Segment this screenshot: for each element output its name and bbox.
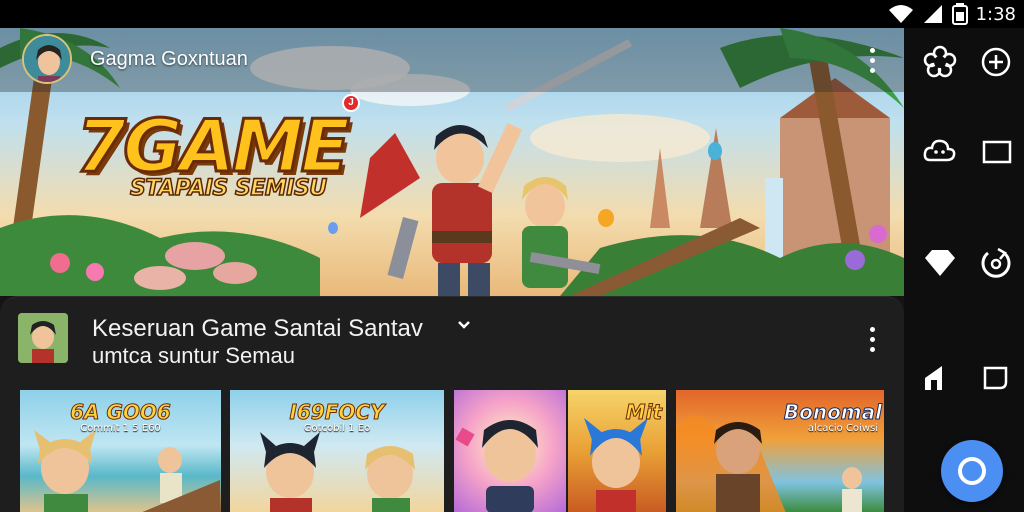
- channel-avatar[interactable]: [22, 34, 72, 84]
- playlist-card: Keseruan Game Santai Santav umtca suntur…: [0, 296, 904, 512]
- hero-banner[interactable]: Gagma Goxntuan 7GAME STAPAIS SEMISU J: [0, 28, 904, 296]
- more-options-icon[interactable]: [860, 323, 884, 357]
- logo-badge: J: [342, 94, 360, 112]
- game-tile[interactable]: 6A GOO6 Commit 1 5 E60: [20, 390, 221, 512]
- home-icon[interactable]: [920, 358, 960, 398]
- game-tiles: 6A GOO6 Commit 1 5 E60 I69FOCY Gotcobil …: [20, 390, 884, 512]
- tile-title: 6A GOO6: [70, 400, 172, 425]
- logo-subtitle: STAPAIS SEMISU: [129, 175, 328, 202]
- tile-artwork: [455, 420, 538, 512]
- game-tile[interactable]: Mit: [568, 390, 666, 512]
- tile-title: Bonomal: [783, 400, 882, 425]
- diamond-icon[interactable]: [920, 243, 960, 283]
- game-tile[interactable]: Bonomal alcacio Coiwsi: [676, 390, 884, 512]
- flower-icon[interactable]: [920, 42, 960, 82]
- playlist-subtitle: umtca suntur Semau: [92, 343, 295, 368]
- add-circle-icon[interactable]: [976, 42, 1016, 82]
- right-nav-panel: [904, 28, 1024, 512]
- clock: 1:38: [975, 3, 1016, 25]
- app-screen: 1:38 Gagma Goxntuan 7GAME STAPAIS SEMISU…: [0, 0, 1024, 512]
- playlist-title[interactable]: Keseruan Game Santai Santav: [92, 315, 423, 343]
- cloud-icon[interactable]: [920, 132, 960, 172]
- hero-header: Gagma Goxntuan: [0, 28, 904, 92]
- avatar-image: [24, 36, 70, 82]
- tile-subtitle: alcacio Coiwsi: [807, 423, 878, 434]
- game-tile[interactable]: I69FOCY Gotcobil 1 Eo: [230, 390, 444, 512]
- tile-subtitle: Commit 1 5 E60: [80, 423, 161, 434]
- tile-subtitle: Gotcobil 1 Eo: [303, 423, 371, 434]
- playlist-thumbnail[interactable]: [18, 313, 68, 363]
- refresh-icon[interactable]: [976, 243, 1016, 283]
- status-bar: 1:38: [0, 0, 1024, 28]
- tile-title: Mit: [625, 400, 662, 425]
- rounded-square-icon[interactable]: [976, 358, 1016, 398]
- channel-name[interactable]: Gagma Goxntuan: [90, 48, 248, 71]
- game-logo: 7GAME STAPAIS SEMISU J: [70, 94, 360, 238]
- record-icon: [958, 457, 986, 485]
- signal-icon: [923, 5, 942, 23]
- thumbnail-image: [18, 313, 68, 363]
- chevron-down-icon[interactable]: [456, 317, 472, 333]
- floating-action-button[interactable]: [941, 440, 1003, 502]
- more-options-icon[interactable]: [860, 44, 884, 78]
- square-icon[interactable]: [976, 132, 1016, 172]
- wifi-icon: [888, 5, 913, 23]
- game-tile[interactable]: [454, 390, 566, 512]
- tile-title: I69FOCY: [289, 400, 385, 425]
- battery-icon: [951, 3, 968, 25]
